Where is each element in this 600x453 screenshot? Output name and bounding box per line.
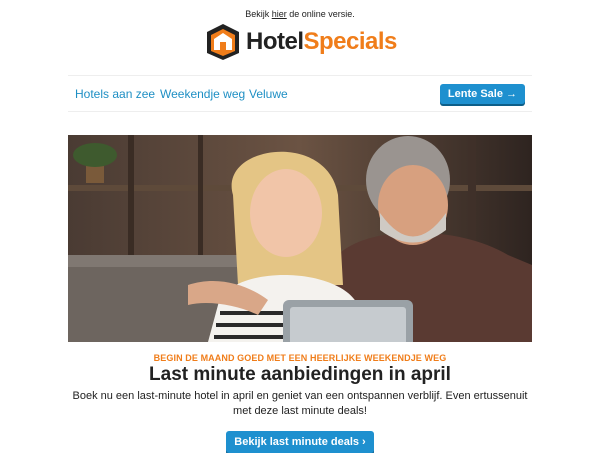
preview-prefix: Bekijk: [245, 9, 270, 19]
online-version-note: Bekijk hier de online versie.: [0, 9, 600, 19]
email-page: Bekijk hier de online versie. HotelSpeci…: [0, 0, 600, 453]
headline: Last minute aanbiedingen in april: [149, 364, 451, 385]
hero-photo: [68, 135, 532, 342]
intro-paragraph: Boek nu een last-minute hotel in april e…: [72, 390, 528, 417]
nav-link-weekendje-weg[interactable]: Weekendje weg: [160, 87, 245, 101]
eyebrow-text: BEGIN DE MAAND GOED MET EEN HEERLIJKE WE…: [153, 353, 447, 363]
nav-link-veluwe[interactable]: Veluwe: [249, 87, 288, 101]
logo-specials-text: Specials: [303, 28, 398, 55]
nav-link-hotels-aan-zee[interactable]: Hotels aan zee: [75, 87, 155, 101]
hotelspecials-logo[interactable]: HotelSpecials: [206, 21, 397, 63]
lente-sale-button[interactable]: Lente Sale →: [439, 84, 525, 104]
hero-image[interactable]: [68, 135, 532, 342]
online-version-link[interactable]: hier: [272, 9, 287, 19]
logo-hotel-text: Hotel: [246, 28, 304, 55]
logo-wordmark: HotelSpecials: [246, 30, 397, 54]
house-logo-icon: [207, 24, 239, 60]
top-navigation: Hotels aan zee Weekendje weg Veluwe Lent…: [68, 75, 532, 112]
preview-suffix: de online versie.: [289, 9, 355, 19]
